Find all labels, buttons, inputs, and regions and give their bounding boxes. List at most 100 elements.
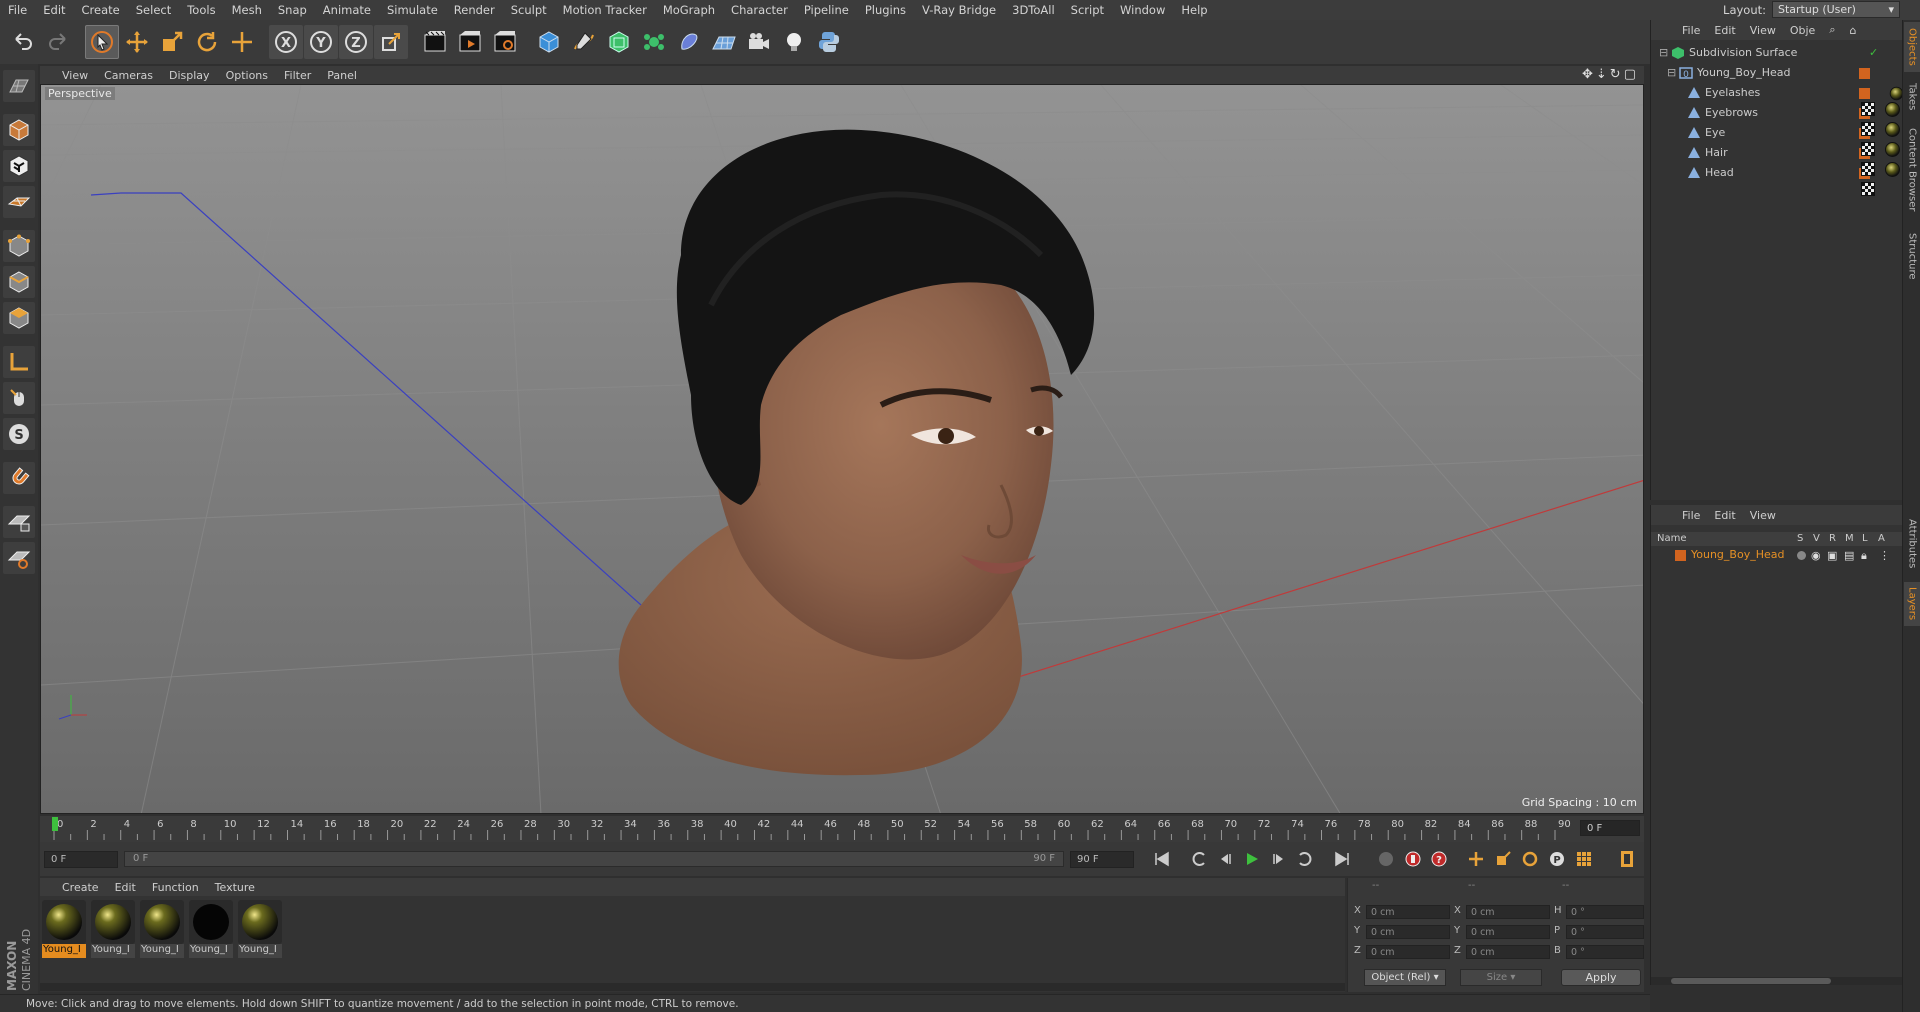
coordinate-mode-dropdown[interactable]: Object (Rel) ▾: [1364, 969, 1446, 986]
dolly-view-icon[interactable]: ⇣: [1596, 67, 1607, 82]
move-view-icon[interactable]: ✥: [1582, 67, 1593, 82]
snap-button[interactable]: [3, 462, 35, 494]
redo-button[interactable]: [41, 25, 75, 59]
layer-scrollbar[interactable]: [1651, 977, 1903, 985]
rotate-tool-button[interactable]: [190, 25, 224, 59]
material-tag-icon[interactable]: [1885, 122, 1900, 137]
workplane-mode-button[interactable]: [3, 186, 35, 218]
tab-structure[interactable]: Structure: [1904, 226, 1920, 286]
material-menu-edit[interactable]: Edit: [107, 881, 144, 894]
enabled-check-icon[interactable]: ✓: [1869, 46, 1878, 59]
object-menu-objects[interactable]: Obje: [1783, 24, 1822, 37]
menu-create[interactable]: Create: [74, 3, 128, 17]
size-mode-dropdown[interactable]: Size ▾: [1460, 969, 1542, 986]
preview-range-slider[interactable]: 0 F 90 F: [124, 851, 1064, 867]
y-axis-lock-button[interactable]: Y: [304, 25, 338, 59]
material-scrollbar[interactable]: [40, 983, 1345, 991]
play-button[interactable]: [1240, 848, 1264, 870]
viewport-menu-cameras[interactable]: Cameras: [96, 69, 161, 82]
menu-sculpt[interactable]: Sculpt: [503, 3, 555, 17]
viewport-menu-panel[interactable]: Panel: [319, 69, 365, 82]
tab-attributes[interactable]: Attributes: [1904, 510, 1920, 578]
live-select-button[interactable]: [225, 25, 259, 59]
tweak-mode-button[interactable]: [3, 382, 35, 414]
light-button[interactable]: [777, 25, 811, 59]
menu-character[interactable]: Character: [723, 3, 796, 17]
rotate-view-icon[interactable]: ↻: [1610, 67, 1621, 82]
maximize-view-icon[interactable]: ▢: [1624, 67, 1636, 82]
tab-layers[interactable]: Layers: [1904, 582, 1920, 626]
material-tag-icon[interactable]: [1885, 102, 1900, 117]
render-to-picture-viewer-button[interactable]: [453, 25, 487, 59]
render-view-button[interactable]: [418, 25, 452, 59]
lock-workplane-button[interactable]: [3, 506, 35, 538]
position-x-field[interactable]: 0 cm: [1366, 905, 1450, 919]
menu-motion-tracker[interactable]: Motion Tracker: [555, 3, 655, 17]
home-icon[interactable]: ⌂: [1842, 24, 1863, 37]
apply-button[interactable]: Apply: [1561, 969, 1641, 986]
object-menu-edit[interactable]: Edit: [1707, 24, 1742, 37]
size-z-field[interactable]: 0 cm: [1466, 945, 1550, 959]
menu-window[interactable]: Window: [1112, 3, 1173, 17]
collapse-icon[interactable]: ⊟: [1667, 66, 1676, 79]
material-menu-function[interactable]: Function: [144, 881, 207, 894]
viewport-menu-display[interactable]: Display: [161, 69, 218, 82]
layout-dropdown[interactable]: Startup (User) ▾: [1772, 1, 1900, 18]
go-to-start-button[interactable]: [1150, 848, 1174, 870]
key-scale-button[interactable]: [1491, 848, 1515, 870]
axis-mode-button[interactable]: [3, 346, 35, 378]
material-swatch[interactable]: Young_I: [91, 900, 135, 958]
search-icon[interactable]: ⌕: [1822, 23, 1842, 37]
material-tag-icon[interactable]: [1885, 162, 1900, 177]
rotation-p-field[interactable]: 0 °: [1566, 925, 1644, 939]
floor-button[interactable]: [707, 25, 741, 59]
tab-takes[interactable]: Takes: [1904, 78, 1920, 116]
eye-icon[interactable]: ◉: [1811, 549, 1821, 562]
menu-simulate[interactable]: Simulate: [379, 3, 446, 17]
cloner-button[interactable]: [637, 25, 671, 59]
python-button[interactable]: [812, 25, 846, 59]
layer-color-swatch[interactable]: [1859, 88, 1870, 99]
texture-tag-icon[interactable]: [1861, 162, 1875, 176]
solo-toggle-icon[interactable]: [1797, 551, 1806, 560]
tab-content-browser[interactable]: Content Browser: [1904, 120, 1920, 220]
size-y-field[interactable]: 0 cm: [1466, 925, 1550, 939]
make-editable-button[interactable]: [3, 70, 35, 102]
manager-toggle-icon[interactable]: ▤: [1844, 549, 1854, 562]
menu-mesh[interactable]: Mesh: [224, 3, 270, 17]
layer-menu-edit[interactable]: Edit: [1707, 509, 1742, 522]
menu-animate[interactable]: Animate: [315, 3, 379, 17]
timeline-window-button[interactable]: [1615, 848, 1639, 870]
menu-edit[interactable]: Edit: [35, 3, 73, 17]
next-frame-button[interactable]: [1267, 848, 1291, 870]
layer-menu-view[interactable]: View: [1743, 509, 1783, 522]
cube-button[interactable]: [532, 25, 566, 59]
undo-button[interactable]: [6, 25, 40, 59]
material-tag-icon[interactable]: [1885, 142, 1900, 157]
current-frame-field[interactable]: 0 F: [1580, 820, 1640, 836]
render-toggle-icon[interactable]: ▣: [1827, 549, 1837, 562]
perspective-viewport[interactable]: Perspective Grid Spacing : 10 cm: [40, 84, 1644, 814]
render-settings-button[interactable]: [488, 25, 522, 59]
planar-workplane-button[interactable]: [3, 542, 35, 574]
key-rotation-button[interactable]: [1518, 848, 1542, 870]
start-frame-field[interactable]: 0 F: [44, 851, 118, 868]
menu-script[interactable]: Script: [1063, 3, 1112, 17]
material-swatch[interactable]: Young_I: [42, 900, 86, 958]
size-x-field[interactable]: 0 cm: [1466, 905, 1550, 919]
rotation-b-field[interactable]: 0 °: [1566, 945, 1644, 959]
object-row[interactable]: ⊟ Subdivision Surface ✓: [1651, 43, 1903, 63]
edges-mode-button[interactable]: [3, 266, 35, 298]
previous-frame-button[interactable]: [1213, 848, 1237, 870]
end-frame-field[interactable]: 90 F: [1070, 851, 1134, 868]
timeline-ruler[interactable]: 0 2 4 6 8 10 12 14 16 18 20 22 24 26 28 30 32 34 36 38 40 42 4…: [40, 816, 1644, 842]
position-y-field[interactable]: 0 cm: [1366, 925, 1450, 939]
material-swatch[interactable]: Young_I: [140, 900, 184, 958]
layer-color-swatch[interactable]: [1675, 550, 1686, 561]
points-mode-button[interactable]: [3, 230, 35, 262]
object-row[interactable]: ⊟ 0 Young_Boy_Head: [1651, 63, 1903, 83]
material-swatch[interactable]: Young_I: [189, 900, 233, 958]
material-swatch[interactable]: Young_I: [238, 900, 282, 958]
menu-vray-bridge[interactable]: V-Ray Bridge: [914, 3, 1004, 17]
menu-tools[interactable]: Tools: [179, 3, 223, 17]
